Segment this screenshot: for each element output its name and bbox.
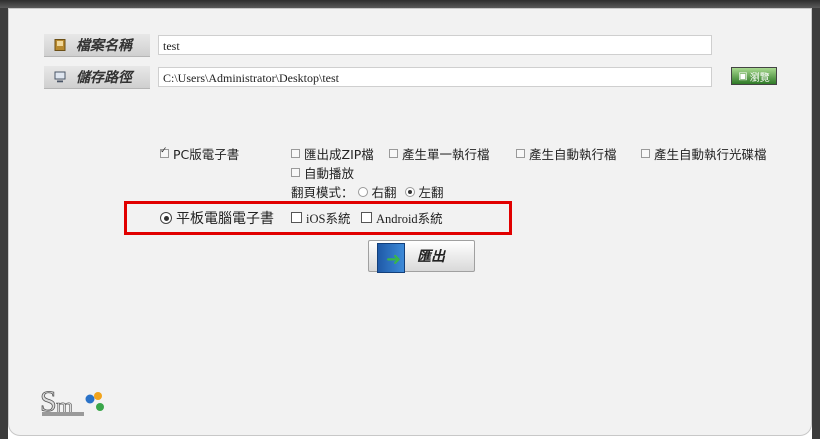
single-exe-option[interactable]: 產生單一執行檔 <box>389 144 490 163</box>
page-mode-right-label: 右翻 <box>371 185 397 200</box>
window-border-left <box>0 8 8 439</box>
book-export-icon <box>377 243 405 273</box>
single-exe-checkbox[interactable] <box>389 149 398 158</box>
autoplay-checkbox[interactable] <box>291 168 300 177</box>
auto-cd-option[interactable]: 產生自動執行光碟檔 <box>641 144 767 163</box>
auto-exe-checkbox[interactable] <box>516 149 525 158</box>
page-mode-right-radio[interactable] <box>357 186 368 197</box>
autoplay-option[interactable]: 自動播放 <box>291 163 354 182</box>
zip-checkbox[interactable] <box>291 149 300 158</box>
page-mode-left-label: 左翻 <box>418 185 444 200</box>
auto-cd-label: 產生自動執行光碟檔 <box>654 147 767 162</box>
browse-button[interactable]: ▣ 瀏覽 <box>731 67 777 85</box>
export-button[interactable]: 匯出 <box>368 240 475 273</box>
page-mode-label: 翻頁模式： <box>291 185 354 200</box>
dialog-window: 檔案名稱 test 儲存路徑 C:\Users\Administrator\De… <box>0 0 820 439</box>
zip-option[interactable]: 匯出成ZIP檔 <box>291 144 374 163</box>
auto-exe-option[interactable]: 產生自動執行檔 <box>516 144 617 163</box>
path-label: 儲存路徑 <box>44 66 154 89</box>
browse-label: 瀏覽 <box>749 72 770 84</box>
zip-label: 匯出成ZIP檔 <box>304 147 374 162</box>
title-bar <box>0 0 820 8</box>
computer-icon <box>54 71 66 83</box>
single-exe-label: 產生單一執行檔 <box>402 147 490 162</box>
pc-ebook-label: PC版電子書 <box>173 147 240 162</box>
filename-label: 檔案名稱 <box>44 34 154 57</box>
pc-ebook-checkbox[interactable] <box>160 146 169 158</box>
window-border-right <box>812 8 820 439</box>
page-mode-group: 翻頁模式： 右翻 左翻 <box>291 182 444 201</box>
pc-ebook-option[interactable]: PC版電子書 <box>160 144 239 163</box>
path-label-text: 儲存路徑 <box>76 70 132 86</box>
filename-label-text: 檔案名稱 <box>76 38 132 54</box>
auto-cd-checkbox[interactable] <box>641 149 650 158</box>
highlight-box <box>124 201 512 235</box>
page-mode-left-radio[interactable] <box>404 186 415 197</box>
auto-exe-label: 產生自動執行檔 <box>529 147 617 162</box>
smmagic-logo: S m <box>40 385 104 417</box>
autoplay-label: 自動播放 <box>304 166 355 181</box>
filename-input[interactable]: test <box>158 35 712 55</box>
file-icon <box>54 39 66 51</box>
export-label: 匯出 <box>417 249 445 265</box>
browse-icon: ▣ <box>738 70 748 82</box>
path-input[interactable]: C:\Users\Administrator\Desktop\test <box>158 67 712 87</box>
